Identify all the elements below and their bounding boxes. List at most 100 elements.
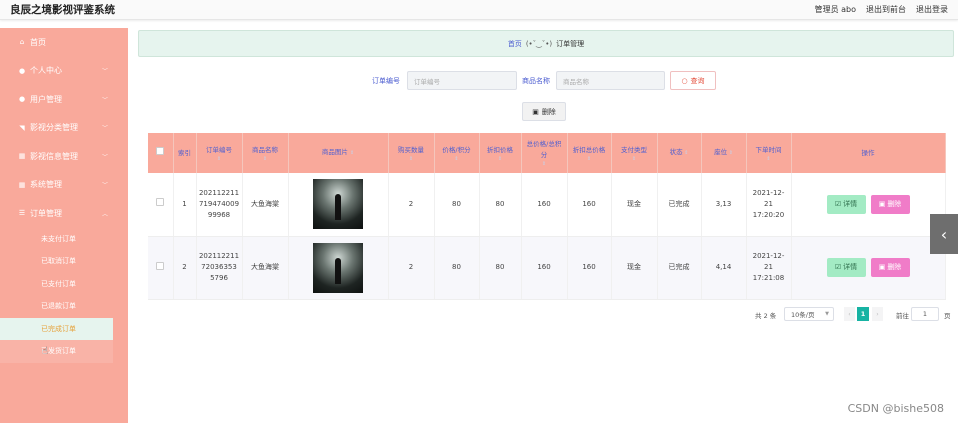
admin-label: 管理员 abo	[814, 5, 856, 14]
grid-icon: ▦	[18, 180, 26, 189]
column-header[interactable]: 商品图片 ⇕	[288, 133, 389, 173]
actions-cell: ☑ 详情 ▣ 删除	[791, 173, 946, 237]
prev-page-button[interactable]: ‹	[844, 307, 855, 321]
pagination: 共 2 条 10条/页 ▼ ‹ 1 › 前往 1 页	[128, 307, 958, 321]
column-header[interactable]: 下单时间 ⇕	[746, 133, 792, 173]
trash-icon: ▣	[878, 263, 886, 271]
goto-page-input[interactable]: 1	[911, 307, 939, 321]
goto-label: 前往	[896, 312, 909, 320]
sidebar-item-label: 系统管理	[30, 180, 62, 190]
sidebar-subitem-unpaid[interactable]: 未支付订单	[0, 228, 128, 251]
column-header[interactable]: 支付类型 ⇕	[611, 133, 658, 173]
sidebar-item-label: 影视信息管理	[30, 151, 78, 161]
select-all-checkbox[interactable]	[156, 147, 165, 155]
sort-icon[interactable]: ⇕	[570, 156, 609, 162]
collapse-tab-button[interactable]: ‹	[930, 214, 958, 254]
sort-icon[interactable]: ⇕	[683, 150, 688, 156]
row-select-cell[interactable]	[148, 236, 174, 300]
search-bar: 订单编号 订单编号 商品名称 商品名称 ○ 查询	[128, 71, 958, 91]
column-header[interactable]: 折扣总价格 ⇕	[567, 133, 612, 173]
sidebar-subitem-paid[interactable]: 已支付订单	[0, 273, 128, 296]
sidebar-item-users[interactable]: ● 用户管理 ﹀	[0, 85, 128, 114]
send-icon: ◥	[19, 123, 25, 132]
status-cell: 已完成	[657, 173, 702, 237]
batch-delete-label: 删除	[541, 107, 556, 116]
sort-icon[interactable]: ⇕	[391, 156, 432, 162]
sidebar-subitem-cancelled[interactable]: 已取消订单	[0, 250, 128, 273]
breadcrumb-current: 订单管理	[556, 39, 585, 48]
index-cell: 1	[173, 173, 197, 237]
total-cell: 160	[521, 173, 568, 237]
index-cell: 2	[173, 236, 197, 300]
sidebar: ⌂ 首页 ● 个人中心 ﹀ ● 用户管理 ﹀ ◥ 影视分类管理 ﹀ ▦ 影视信息…	[0, 28, 128, 423]
sidebar-item-label: 影视分类管理	[30, 123, 78, 133]
chevron-down-icon: ﹀	[101, 96, 108, 104]
sort-icon[interactable]: ⇕	[245, 156, 286, 162]
order-no-cell: 20211221172036353 5796	[196, 236, 243, 300]
sidebar-subitem-refunded[interactable]: 已退款订单	[0, 295, 128, 318]
sort-icon[interactable]: ⇕	[482, 156, 519, 162]
product-name-input[interactable]: 商品名称	[556, 71, 665, 90]
edit-icon: ☑	[834, 263, 842, 271]
row-checkbox[interactable]	[156, 261, 165, 270]
page-number-button[interactable]: 1	[857, 307, 869, 321]
discount-total-cell: 160	[567, 236, 612, 300]
column-header[interactable]: 价格/积分 ⇕	[434, 133, 480, 173]
query-button-label: 查询	[690, 76, 705, 85]
detail-button[interactable]: ☑ 详情	[826, 258, 866, 277]
sidebar-item-personal-center[interactable]: ● 个人中心 ﹀	[0, 57, 128, 86]
column-header[interactable]: 商品名称 ⇕	[242, 133, 289, 173]
sidebar-item-system[interactable]: ▦ 系统管理 ﹀	[0, 171, 128, 200]
sort-icon[interactable]: ⇕	[749, 156, 789, 162]
product-name-label: 商品名称	[522, 77, 550, 85]
price-cell: 80	[434, 236, 480, 300]
delete-button[interactable]: ▣ 删除	[870, 258, 910, 277]
logout-link[interactable]: 退出登录	[916, 4, 948, 15]
sort-icon[interactable]: ⇕	[524, 161, 565, 167]
sidebar-item-home[interactable]: ⌂ 首页	[0, 28, 128, 57]
next-page-button[interactable]: ›	[872, 307, 883, 321]
breadcrumb-home[interactable]: 首页	[508, 39, 522, 49]
sort-icon[interactable]: ⇕	[437, 156, 477, 162]
sort-icon[interactable]: ⇕	[199, 156, 240, 162]
row-checkbox[interactable]	[156, 198, 165, 207]
column-header[interactable]: 购买数量 ⇕	[388, 133, 435, 173]
movie-poster-image	[313, 242, 363, 293]
row-select-cell[interactable]	[148, 173, 174, 237]
table-header-row: 索引 订单编号 ⇕ 商品名称 ⇕ 商品图片 ⇕ 购买数量 ⇕ 价格/积分 ⇕ 折扣价格 ⇕…	[148, 133, 946, 173]
column-header[interactable]: 总价格/总积分 ⇕	[521, 133, 568, 173]
pay-type-cell: 现金	[611, 236, 658, 300]
actions-cell: ☑ 详情 ▣ 删除	[791, 236, 946, 300]
sidebar-item-orders[interactable]: ☰ 订单管理 ︿	[0, 199, 128, 228]
back-to-front-link[interactable]: 退出到前台	[866, 4, 906, 15]
sort-icon[interactable]: ⇕	[614, 156, 655, 162]
chevron-left-icon: ‹	[940, 224, 948, 244]
detail-button[interactable]: ☑ 详情	[826, 194, 866, 214]
page-suffix-label: 页	[944, 312, 951, 320]
chevron-down-icon: ﹀	[101, 153, 108, 161]
table-row: 1 20211221171947400999968 大鱼海棠 2 80 80 1…	[148, 173, 946, 237]
order-no-input[interactable]: 订单编号	[407, 71, 517, 90]
discount-price-cell: 80	[479, 236, 522, 300]
sort-icon[interactable]: ⇕	[727, 150, 733, 156]
sidebar-item-categories[interactable]: ◥ 影视分类管理 ﹀	[0, 114, 128, 143]
sidebar-item-label: 个人中心	[30, 66, 62, 76]
sidebar-item-movies[interactable]: ▦ 影视信息管理 ﹀	[0, 142, 128, 171]
sidebar-subitem-completed[interactable]: 已完成订单	[0, 317, 113, 340]
list-icon: ☰	[18, 209, 26, 218]
select-all-header[interactable]	[148, 133, 174, 173]
trash-icon: ▣	[532, 107, 539, 116]
sort-icon[interactable]: ⇕	[350, 150, 354, 156]
column-header[interactable]: 座位 ⇕	[701, 133, 747, 173]
status-cell: 已完成	[657, 236, 702, 300]
sidebar-subitem-shipped[interactable]: 已发货订单 ☝	[0, 340, 113, 363]
page-size-select[interactable]: 10条/页 ▼	[784, 307, 834, 321]
delete-button[interactable]: ▣ 删除	[870, 194, 910, 214]
chevron-up-icon: ︿	[101, 210, 108, 218]
column-header[interactable]: 订单编号 ⇕	[196, 133, 243, 173]
batch-delete-button[interactable]: ▣ 删除	[522, 102, 566, 121]
grid-icon: ▦	[18, 152, 26, 161]
column-header[interactable]: 状态 ⇕	[657, 133, 702, 173]
query-button[interactable]: ○ 查询	[670, 71, 716, 90]
column-header[interactable]: 折扣价格 ⇕	[479, 133, 522, 173]
